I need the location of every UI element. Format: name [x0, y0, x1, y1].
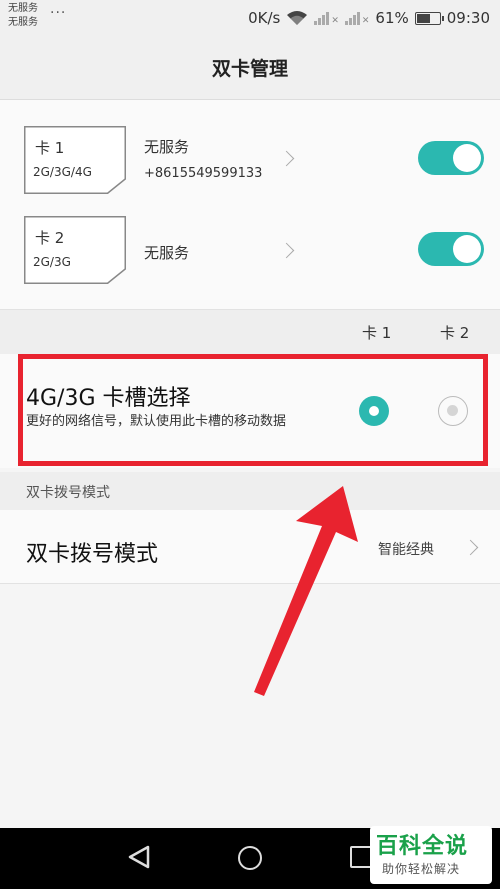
dial-mode-value: 智能经典 — [378, 542, 434, 558]
signal-2-icon — [344, 11, 360, 25]
network-speed: 0K/s — [248, 9, 281, 27]
column-card-1: 卡 1 — [362, 324, 392, 342]
sim-1-name: 卡 1 — [35, 139, 65, 157]
app-header: 双卡管理 — [0, 36, 500, 100]
sim-2-network: 2G/3G — [33, 255, 71, 269]
clock: 09:30 — [446, 9, 490, 27]
sim-1-network: 2G/3G/4G — [33, 165, 92, 179]
sim-2-toggle[interactable] — [418, 232, 484, 266]
sim-row-1[interactable]: 卡 1 2G/3G/4G 无服务 +8615549599133 — [0, 100, 500, 196]
sim-card-1-icon: 卡 1 2G/3G/4G — [24, 126, 126, 194]
sim-row-2[interactable]: 卡 2 2G/3G 无服务 — [0, 200, 500, 296]
status-bar: 无服务 无服务 ··· 0K/s ✕ ✕ 61% 09:30 — [0, 0, 500, 36]
chevron-right-icon — [462, 539, 479, 556]
sim-list: 卡 1 2G/3G/4G 无服务 +8615549599133 卡 2 2G/3… — [0, 100, 500, 310]
no-signal-2-icon: ✕ — [361, 16, 370, 26]
wifi-icon — [287, 11, 308, 25]
no-signal-1-icon: ✕ — [331, 16, 339, 26]
more-notifications-icon: ··· — [50, 5, 67, 21]
page-title: 双卡管理 — [211, 58, 288, 80]
recent-apps-icon[interactable] — [350, 846, 372, 868]
battery-fill — [416, 13, 430, 23]
battery-icon — [414, 11, 444, 25]
highlight-box — [18, 354, 488, 466]
slot-column-header: 卡 1 卡 2 — [0, 310, 500, 354]
red-arrow-annotation — [254, 486, 358, 696]
sim-2-name: 卡 2 — [35, 229, 65, 247]
chevron-right-icon — [278, 242, 295, 259]
column-card-2: 卡 2 — [440, 324, 470, 342]
home-icon[interactable] — [238, 846, 262, 870]
chevron-right-icon — [278, 150, 295, 167]
carrier-labels: 无服务 无服务 — [8, 2, 38, 30]
sim-1-number: +8615549599133 — [144, 166, 263, 181]
carrier-2: 无服务 — [8, 17, 38, 28]
status-icons: 0K/s ✕ ✕ 61% 09:30 — [248, 8, 490, 28]
watermark-main: 百科全说 — [376, 834, 469, 859]
sim-card-2-icon: 卡 2 2G/3G — [24, 216, 126, 284]
toggle-knob — [453, 235, 481, 263]
watermark-sub: 助你轻松解决 — [382, 862, 461, 876]
watermark-logo: 百科全说 助你轻松解决 — [370, 826, 492, 884]
sim-1-toggle[interactable] — [418, 141, 484, 175]
dial-mode-title: 双卡拨号模式 — [26, 542, 159, 567]
dial-section-label: 双卡拨号模式 — [26, 485, 110, 501]
sim-2-status: 无服务 — [144, 244, 190, 262]
toggle-knob — [453, 144, 481, 172]
carrier-1: 无服务 — [8, 3, 38, 14]
signal-1-icon — [314, 11, 330, 25]
battery-percent: 61% — [375, 9, 409, 27]
back-icon[interactable] — [128, 845, 150, 869]
sim-1-status: 无服务 — [144, 138, 190, 156]
